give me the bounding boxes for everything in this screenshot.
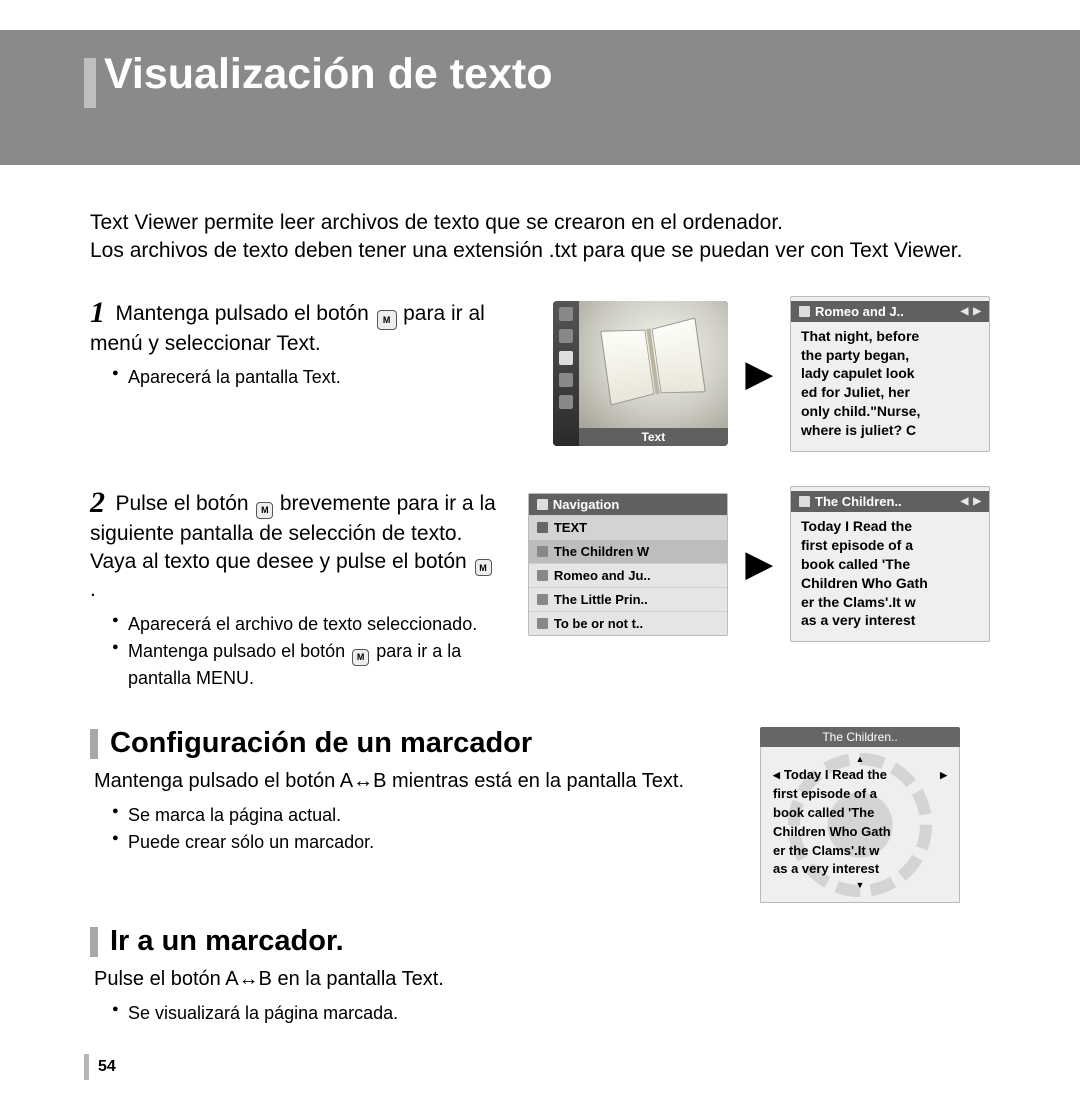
- header-accent-bar: [84, 58, 96, 108]
- navigation-panel: Navigation TEXT The Children W Romeo and…: [528, 493, 728, 636]
- page-title: Visualización de texto: [104, 50, 552, 99]
- bookmark-screen: The Children.. ▲ ◀Today I Read the▶ firs…: [760, 727, 960, 903]
- tp-line: only child."Nurse,: [801, 402, 979, 421]
- section-title: Configuración de un marcador: [110, 727, 532, 760]
- device-footer-label: Text: [579, 428, 728, 446]
- tp-line: That night, before: [801, 327, 979, 346]
- sidebar-icon: [559, 373, 573, 387]
- nav-row: TEXT: [554, 520, 587, 535]
- nav-right-icon: ▶: [973, 496, 981, 507]
- text-reader-panel-children: The Children.. ◀ ▶ Today I Read the firs…: [790, 486, 990, 642]
- step-1-pre: Mantenga pulsado el botón: [115, 302, 374, 325]
- file-icon: [537, 546, 548, 557]
- file-icon: [537, 594, 548, 605]
- file-icon: [537, 618, 548, 629]
- step-2: 2 Pulse el botón M brevemente para ir a …: [90, 486, 990, 693]
- section-title: Ir a un marcador.: [110, 925, 344, 958]
- nav-left-icon: ◀: [961, 496, 969, 507]
- book-icon: [799, 496, 810, 507]
- step-2-pre: Pulse el botón: [115, 492, 254, 515]
- tp-title: Romeo and J..: [815, 304, 904, 319]
- section-bookmark-set: Configuración de un marcador Mantenga pu…: [90, 727, 990, 903]
- nav-right-icon: ▶: [973, 306, 981, 317]
- m-button-icon: M: [352, 649, 369, 666]
- intro-line-1: Text Viewer permite leer archivos de tex…: [90, 209, 990, 237]
- section-body: Pulse el botón A↔B en la pantalla Text.: [90, 966, 990, 993]
- nav-row: The Children W: [554, 544, 649, 559]
- bm-line: as a very interest: [773, 860, 947, 879]
- step-1: 1 Mantenga pulsado el botón M para ir al…: [90, 296, 990, 452]
- file-icon: [537, 570, 548, 581]
- nav-left-icon: ◀: [773, 769, 780, 782]
- tp-line: er the Clams'.It w: [801, 593, 979, 612]
- page-number: 54: [98, 1058, 116, 1076]
- m-button-icon: M: [377, 310, 397, 330]
- section-bullet: Se visualizará la página marcada.: [112, 1001, 990, 1025]
- bm-line: first episode of a: [773, 785, 947, 804]
- folder-icon: [537, 522, 548, 533]
- bm-line: er the Clams'.It w: [773, 842, 947, 861]
- nav-title: Navigation: [553, 497, 619, 512]
- bm-line: Today I Read the: [780, 766, 940, 785]
- header-band: Visualización de texto: [0, 30, 1080, 165]
- tp-line: where is juliet? C: [801, 421, 979, 440]
- tp-line: ed for Juliet, her: [801, 383, 979, 402]
- device-screen-text-menu: Text: [553, 301, 728, 446]
- page-number-bar: [84, 1054, 89, 1080]
- sidebar-icon: [559, 395, 573, 409]
- sidebar-icon: [559, 307, 573, 321]
- nav-row: To be or not t..: [554, 616, 643, 631]
- bm-line: Children Who Gath: [773, 823, 947, 842]
- nav-icon: [537, 499, 548, 510]
- content-area: Text Viewer permite leer archivos de tex…: [0, 165, 1080, 1026]
- step-2-bullet-2: Mantenga pulsado el botón M para ir a la…: [112, 639, 498, 690]
- sidebar-icon: [559, 329, 573, 343]
- section-body: Mantenga pulsado el botón A↔B mientras e…: [90, 768, 730, 795]
- m-button-icon: M: [256, 502, 273, 519]
- intro-line-2: Los archivos de texto deben tener una ex…: [90, 237, 990, 265]
- sidebar-text-icon: [559, 351, 573, 365]
- open-book-icon: [601, 320, 706, 403]
- scroll-down-icon: ▼: [773, 881, 947, 890]
- tp-line: first episode of a: [801, 536, 979, 555]
- tp-line: as a very interest: [801, 611, 979, 630]
- step-2-bullet-1: Aparecerá el archivo de texto selecciona…: [112, 612, 498, 636]
- nav-right-icon: ▶: [940, 769, 947, 782]
- intro-text: Text Viewer permite leer archivos de tex…: [90, 209, 990, 266]
- step-2-post: .: [90, 578, 96, 601]
- tp-line: lady capulet look: [801, 364, 979, 383]
- section-accent-bar: [90, 729, 98, 759]
- tp-line: Today I Read the: [801, 517, 979, 536]
- section-bookmark-goto: Ir a un marcador. Pulse el botón A↔B en …: [90, 925, 990, 1025]
- arrow-right-icon: ▶: [746, 544, 772, 584]
- tp-title: The Children..: [815, 494, 902, 509]
- tp-line: book called 'The: [801, 555, 979, 574]
- nav-row: Romeo and Ju..: [554, 568, 651, 583]
- step-1-number: 1: [90, 296, 105, 329]
- nav-row: The Little Prin..: [554, 592, 648, 607]
- arrow-right-icon: ▶: [746, 354, 772, 394]
- tp-line: Children Who Gath: [801, 574, 979, 593]
- text-reader-panel-romeo: Romeo and J.. ◀ ▶ That night, before the…: [790, 296, 990, 452]
- bookmark-title: The Children..: [822, 730, 897, 744]
- step-1-bullet: Aparecerá la pantalla Text.: [112, 365, 498, 389]
- bm-line: book called 'The: [773, 804, 947, 823]
- section-bullet: Puede crear sólo un marcador.: [112, 830, 730, 854]
- book-icon: [799, 306, 810, 317]
- tp-line: the party began,: [801, 346, 979, 365]
- section-bullet: Se marca la página actual.: [112, 803, 730, 827]
- scroll-up-icon: ▲: [773, 755, 947, 764]
- m-button-icon: M: [475, 559, 492, 576]
- step-2-number: 2: [90, 486, 105, 519]
- nav-left-icon: ◀: [961, 306, 969, 317]
- section-accent-bar: [90, 927, 98, 957]
